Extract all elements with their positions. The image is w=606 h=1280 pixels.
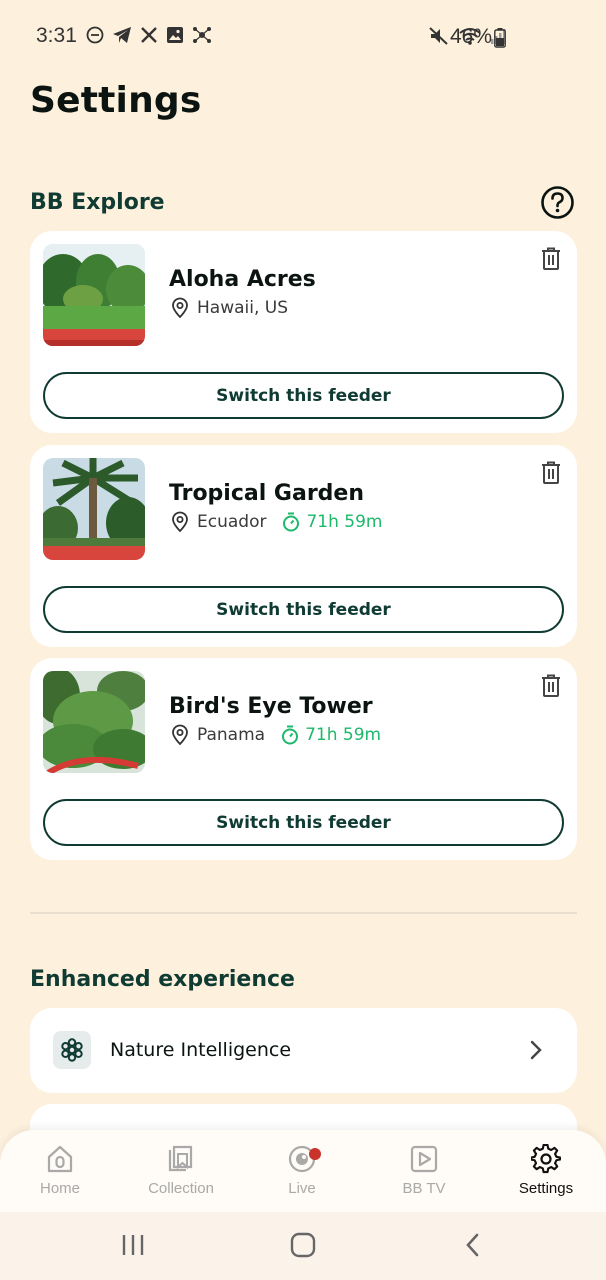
- switch-feeder-button[interactable]: Switch this feeder: [43, 799, 564, 846]
- feeder-meta: Ecuador 71h 59m: [169, 511, 382, 533]
- feeder-card-aloha-acres: Aloha Acres Hawaii, US Switch this feede…: [30, 231, 577, 433]
- feeder-meta: Panama 71h 59m: [169, 724, 381, 746]
- nav-item-collection[interactable]: Collection: [126, 1144, 236, 1197]
- home-icon: [47, 1145, 73, 1173]
- help-circle-icon[interactable]: [540, 185, 575, 220]
- feeder-location: Ecuador: [197, 512, 267, 532]
- status-icons-left: [86, 26, 212, 44]
- feeder-timer-text: 71h 59m: [305, 725, 382, 745]
- trash-icon[interactable]: [540, 461, 562, 485]
- location-pin-icon: [172, 724, 188, 746]
- live-indicator-dot: [309, 1148, 321, 1160]
- feeder-name: Tropical Garden: [169, 481, 365, 506]
- recent-apps-icon[interactable]: [120, 1232, 146, 1258]
- system-nav-bar: [0, 1212, 606, 1280]
- trash-icon[interactable]: [540, 247, 562, 271]
- enhanced-experience-title: Enhanced experience: [30, 967, 295, 992]
- feeder-name: Aloha Acres: [169, 267, 316, 292]
- image-icon: [167, 27, 183, 43]
- feeder-thumbnail: [43, 671, 145, 773]
- feeder-timer-text: 71h 59m: [306, 512, 383, 532]
- home-button-icon[interactable]: [290, 1232, 316, 1258]
- tv-icon: [410, 1145, 438, 1173]
- location-pin-icon: [172, 511, 188, 533]
- nav-item-home[interactable]: Home: [5, 1144, 115, 1197]
- feeder-timer: 71h 59m: [282, 512, 382, 532]
- status-time: 3:31: [36, 24, 77, 47]
- feeder-name: Bird's Eye Tower: [169, 694, 373, 719]
- nav-label-home: Home: [39, 1180, 80, 1197]
- trash-icon[interactable]: [540, 674, 562, 698]
- status-bar: 3:31 46%: [0, 0, 606, 76]
- location-pin-icon: [172, 297, 188, 319]
- dnd-icon: [86, 26, 104, 44]
- stopwatch-icon: [282, 725, 299, 745]
- page-title: Settings: [30, 80, 202, 121]
- feeder-card-birds-eye-tower: Bird's Eye Tower Panama 71h 59m Switch t…: [30, 658, 577, 860]
- nav-item-bb-tv[interactable]: BB TV: [369, 1144, 479, 1197]
- nature-intelligence-label: Nature Intelligence: [110, 1039, 292, 1061]
- feeder-meta: Hawaii, US: [169, 297, 288, 319]
- nav-label-collection: Collection: [148, 1180, 214, 1197]
- collection-icon: [168, 1145, 193, 1172]
- switch-feeder-button[interactable]: Switch this feeder: [43, 372, 564, 419]
- mute-icon: [429, 27, 448, 45]
- telegram-icon: [113, 27, 131, 43]
- bottom-nav: Home Collection Live BB TV Settings: [0, 1130, 606, 1212]
- feeder-thumbnail: [43, 244, 145, 346]
- feeder-location: Panama: [197, 725, 266, 745]
- back-icon[interactable]: [462, 1232, 484, 1258]
- nav-label-bb-tv: BB TV: [402, 1180, 446, 1197]
- feeder-thumbnail: [43, 458, 145, 560]
- feeder-location: Hawaii, US: [197, 298, 289, 318]
- stopwatch-icon: [283, 512, 300, 532]
- battery-icon: [494, 28, 506, 48]
- nav-label-live: Live: [288, 1180, 316, 1197]
- gear-icon: [531, 1144, 561, 1174]
- nav-label-settings: Settings: [518, 1180, 574, 1197]
- battery-percent: 46%: [450, 25, 493, 48]
- nature-intelligence-item[interactable]: Nature Intelligence: [30, 1008, 577, 1093]
- network-icon: [193, 27, 211, 43]
- section-divider: [30, 912, 577, 914]
- nav-item-settings[interactable]: Settings: [491, 1144, 601, 1197]
- switch-feeder-button[interactable]: Switch this feeder: [43, 586, 564, 633]
- feeder-card-tropical-garden: Tropical Garden Ecuador 71h 59m Switch t…: [30, 445, 577, 647]
- nature-intelligence-icon: [53, 1031, 91, 1069]
- nav-item-live[interactable]: Live: [247, 1144, 357, 1197]
- feeder-timer: 71h 59m: [281, 725, 381, 745]
- chevron-right-icon: [530, 1040, 542, 1060]
- x-icon: [141, 27, 157, 43]
- bb-explore-title: BB Explore: [30, 190, 165, 215]
